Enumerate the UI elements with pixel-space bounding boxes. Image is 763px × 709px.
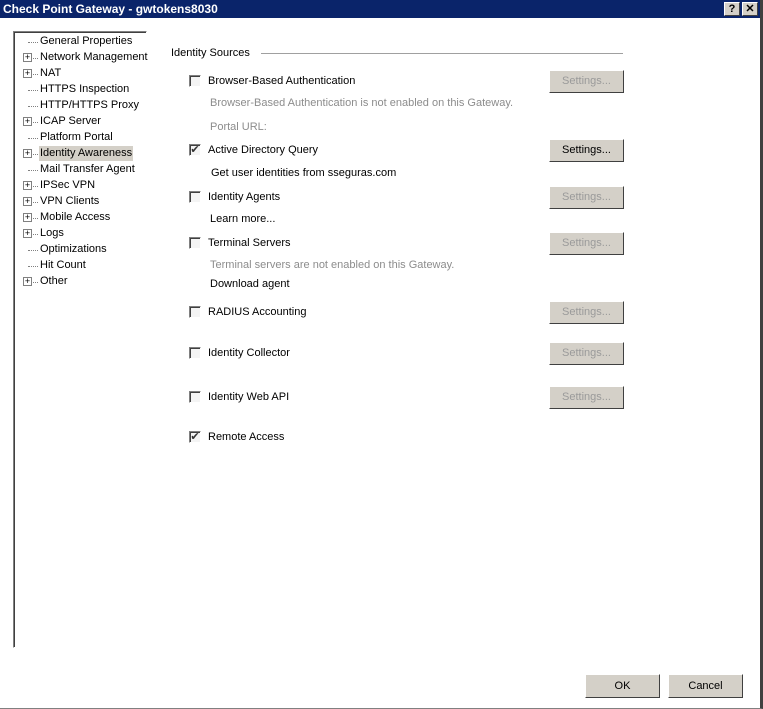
close-button[interactable]: ✕ xyxy=(742,2,758,16)
title-bar: Check Point Gateway - gwtokens8030 ? ✕ xyxy=(0,0,760,18)
window-title: Check Point Gateway - gwtokens8030 xyxy=(3,2,218,16)
remote-access-label: Remote Access xyxy=(208,431,285,443)
tree-connector xyxy=(28,42,38,43)
expand-icon[interactable]: + xyxy=(23,229,32,238)
identity-collector-label: Identity Collector xyxy=(208,347,290,359)
expand-icon[interactable]: + xyxy=(23,213,32,222)
tree-item[interactable]: NAT xyxy=(39,66,62,81)
tree-item[interactable]: Optimizations xyxy=(39,242,108,257)
browser-auth-label: Browser-Based Authentication xyxy=(208,75,356,87)
expand-icon[interactable]: + xyxy=(23,277,32,286)
portal-url-label: Portal URL: xyxy=(210,121,267,133)
tree-item[interactable]: VPN Clients xyxy=(39,194,100,209)
learn-more-link[interactable]: Learn more... xyxy=(210,213,275,225)
terminal-servers-settings-button[interactable]: Settings... xyxy=(549,232,624,255)
tree-item[interactable]: Other xyxy=(39,274,69,289)
identity-collector-checkbox[interactable] xyxy=(189,347,201,359)
identity-sources-heading: Identity Sources xyxy=(171,47,250,59)
remote-access-checkbox[interactable]: ✔ xyxy=(189,431,201,443)
radius-checkbox[interactable] xyxy=(189,306,201,318)
tree-connector xyxy=(28,138,38,139)
tree-item[interactable]: HTTPS Inspection xyxy=(39,82,130,97)
tree-item[interactable]: Identity Awareness xyxy=(39,146,134,161)
tree-connector xyxy=(28,106,38,107)
radius-settings-button[interactable]: Settings... xyxy=(549,301,624,324)
tree-item[interactable]: IPSec VPN xyxy=(39,178,96,193)
group-divider xyxy=(261,53,623,54)
tree-connector xyxy=(28,250,38,251)
identity-agents-settings-button[interactable]: Settings... xyxy=(549,186,624,209)
tree-item[interactable]: General Properties xyxy=(39,34,133,49)
expand-icon[interactable]: + xyxy=(23,117,32,126)
browser-auth-settings-button[interactable]: Settings... xyxy=(549,70,624,93)
expand-icon[interactable]: + xyxy=(23,53,32,62)
tree-item[interactable]: Network Management xyxy=(39,50,149,65)
ok-button[interactable]: OK xyxy=(585,674,660,698)
ad-query-label: Active Directory Query xyxy=(208,144,319,156)
terminal-servers-note: Terminal servers are not enabled on this… xyxy=(210,259,455,271)
browser-auth-checkbox[interactable] xyxy=(189,75,201,87)
navigation-tree: General Properties + Network Management + NA… xyxy=(13,31,149,648)
expand-icon[interactable]: + xyxy=(23,197,32,206)
tree-item[interactable]: Logs xyxy=(39,226,65,241)
web-api-label: Identity Web API xyxy=(208,391,290,403)
browser-auth-note: Browser-Based Authentication is not enab… xyxy=(210,97,514,109)
tree-item[interactable]: Mail Transfer Agent xyxy=(39,162,136,177)
identity-collector-settings-button[interactable]: Settings... xyxy=(549,342,624,365)
expand-icon[interactable]: + xyxy=(23,181,32,190)
identity-agents-label: Identity Agents xyxy=(208,191,281,203)
tree-item[interactable]: ICAP Server xyxy=(39,114,102,129)
identity-agents-checkbox[interactable] xyxy=(189,191,201,203)
expand-icon[interactable]: + xyxy=(23,69,32,78)
ad-query-settings-button[interactable]: Settings... xyxy=(549,139,624,162)
download-agent-link[interactable]: Download agent xyxy=(210,278,290,290)
expand-icon[interactable]: + xyxy=(23,149,32,158)
help-button[interactable]: ? xyxy=(724,2,740,16)
ad-query-checkbox[interactable]: ✔ xyxy=(189,144,201,156)
tree-item[interactable]: Platform Portal xyxy=(39,130,114,145)
ad-query-note: Get user identities from sseguras.com xyxy=(211,167,397,179)
web-api-checkbox[interactable] xyxy=(189,391,201,403)
terminal-servers-checkbox[interactable] xyxy=(189,237,201,249)
radius-label: RADIUS Accounting xyxy=(208,306,307,318)
tree-connector xyxy=(28,170,38,171)
tree-item[interactable]: HTTP/HTTPS Proxy xyxy=(39,98,140,113)
cancel-button[interactable]: Cancel xyxy=(668,674,743,698)
web-api-settings-button[interactable]: Settings... xyxy=(549,386,624,409)
tree-connector xyxy=(28,266,38,267)
tree-item[interactable]: Mobile Access xyxy=(39,210,111,225)
dialog-window: Check Point Gateway - gwtokens8030 ? ✕ G… xyxy=(0,0,763,709)
tree-item[interactable]: Hit Count xyxy=(39,258,87,273)
terminal-servers-label: Terminal Servers xyxy=(208,237,291,249)
tree-connector xyxy=(28,90,38,91)
